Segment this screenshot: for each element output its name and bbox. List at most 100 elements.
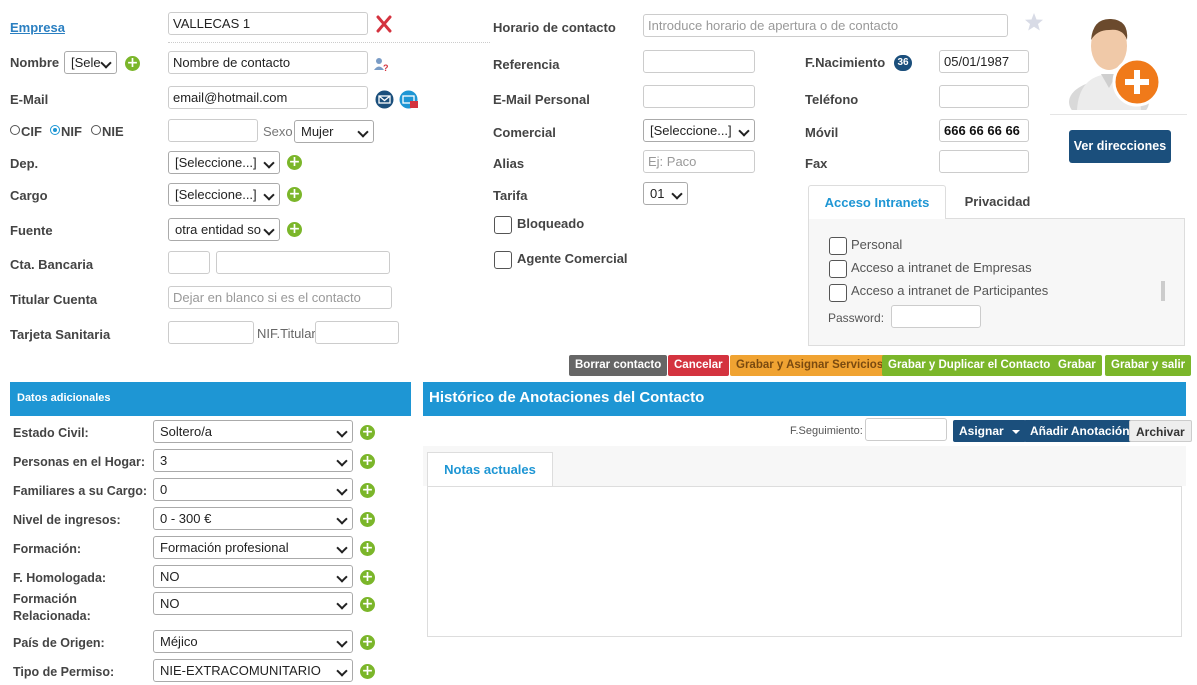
cargo-select[interactable]: [Seleccione...] (168, 183, 280, 206)
nie-label: NIE (102, 124, 124, 139)
send-email-icon[interactable] (375, 90, 394, 109)
cancelar-button[interactable]: Cancelar (668, 355, 729, 376)
titular-input[interactable]: Dejar en blanco si es el contacto (168, 286, 392, 309)
cif-radio[interactable] (10, 125, 20, 135)
movil-input[interactable]: 666 66 66 66 (939, 119, 1029, 142)
archivar-button[interactable]: Archivar (1129, 420, 1192, 442)
dep-select[interactable]: [Seleccione...] (168, 151, 280, 174)
fseguimiento-input[interactable] (865, 418, 947, 441)
email-alert-icon[interactable] (399, 90, 419, 109)
tab-privacidad[interactable]: Privacidad (950, 185, 1045, 219)
empresa-input[interactable]: VALLECAS 1 (168, 12, 368, 35)
comercial-label: Comercial (493, 125, 556, 140)
asignar-button[interactable]: Asignar (953, 420, 1027, 442)
grabar-asignar-button[interactable]: Grabar y Asignar Servicios (730, 355, 890, 376)
datos-row-label: Formación Relacionada: (13, 592, 91, 623)
datos-row-label: Tipo de Permiso: (13, 665, 115, 679)
dep-label: Dep. (10, 156, 39, 171)
movil-label: Móvil (805, 125, 839, 140)
bloqueado-checkbox[interactable] (494, 216, 512, 234)
add-option-icon[interactable]: + (360, 597, 375, 612)
divider (168, 42, 490, 43)
remove-empresa-icon[interactable] (374, 14, 394, 34)
add-option-icon[interactable]: + (360, 512, 375, 527)
add-option-icon[interactable]: + (360, 425, 375, 440)
datos-row-select[interactable]: 0 - 300 € (153, 507, 353, 530)
intranet-empresas-checkbox[interactable] (829, 260, 847, 278)
add-photo-avatar[interactable] (1067, 10, 1167, 124)
datos-row-select[interactable]: Soltero/a (153, 420, 353, 443)
tab-notas-actuales[interactable]: Notas actuales (427, 452, 553, 487)
alias-input[interactable]: Ej: Paco (643, 150, 755, 173)
horario-placeholder: Introduce horario de apertura o de conta… (648, 18, 899, 33)
svg-text:?: ? (383, 63, 389, 72)
datos-row-select[interactable]: Formación profesional (153, 536, 353, 559)
add-option-icon[interactable]: + (360, 635, 375, 650)
datos-row-select[interactable]: NIE-EXTRACOMUNITARIO (153, 659, 353, 682)
nif-label: NIF (61, 124, 82, 139)
fnac-input[interactable]: 05/01/1987 (939, 50, 1029, 73)
cta-bancaria-prefix-input[interactable] (168, 251, 210, 274)
document-number-input[interactable] (168, 119, 258, 142)
fax-label: Fax (805, 156, 828, 171)
nif-radio[interactable] (50, 125, 60, 135)
nif-titular-label: NIF.Titular (257, 326, 316, 341)
add-option-icon[interactable]: + (360, 570, 375, 585)
add-option-icon[interactable]: + (360, 664, 375, 679)
add-option-icon[interactable]: + (360, 541, 375, 556)
nombre-input[interactable]: Nombre de contacto (168, 51, 368, 74)
horario-input[interactable]: Introduce horario de apertura o de conta… (643, 14, 1008, 37)
datos-row-select[interactable]: NO (153, 565, 353, 588)
datos-row-label: F. Homologada: (13, 571, 107, 585)
intranet-scrollbar[interactable] (1161, 281, 1165, 301)
cta-bancaria-input[interactable] (216, 251, 390, 274)
tab-acceso-intranets[interactable]: Acceso Intranets (808, 185, 946, 219)
datos-row-select[interactable]: NO (153, 592, 353, 615)
email-label: E-Mail (10, 92, 49, 107)
email-input[interactable]: email@hotmail.com (168, 86, 368, 109)
agente-checkbox[interactable] (494, 251, 512, 269)
anadir-anotacion-button[interactable]: Añadir Anotación (1024, 420, 1136, 442)
intranet-personal-checkbox[interactable] (829, 237, 847, 255)
add-option-icon[interactable]: + (360, 483, 375, 498)
add-cargo-icon[interactable]: + (287, 187, 302, 202)
nif-titular-input[interactable] (315, 321, 399, 344)
title-select[interactable]: [Sele (64, 51, 117, 74)
borrar-contacto-button[interactable]: Borrar contacto (569, 355, 668, 376)
add-title-icon[interactable]: + (125, 56, 140, 71)
telefono-input[interactable] (939, 85, 1029, 108)
intranet-participantes-checkbox[interactable] (829, 284, 847, 302)
nombre-label: Nombre (10, 55, 60, 70)
ver-direcciones-button[interactable]: Ver direcciones (1069, 130, 1171, 163)
password-input[interactable] (891, 305, 981, 328)
favorite-star-icon[interactable] (1024, 12, 1044, 32)
datos-row-select[interactable]: 3 (153, 449, 353, 472)
notas-content[interactable] (427, 486, 1182, 637)
email-personal-input[interactable] (643, 85, 755, 108)
fax-input[interactable] (939, 150, 1029, 173)
fnac-label: F.Nacimiento (805, 55, 886, 70)
datos-row-label: Estado Civil: (13, 426, 89, 440)
grabar-duplicar-button[interactable]: Grabar y Duplicar el Contacto (882, 355, 1057, 376)
referencia-label: Referencia (493, 57, 560, 72)
contact-lookup-icon[interactable]: ? (373, 56, 389, 73)
telefono-label: Teléfono (805, 92, 859, 107)
referencia-input[interactable] (643, 50, 755, 73)
datos-row-select[interactable]: Méjico (153, 630, 353, 653)
add-option-icon[interactable]: + (360, 454, 375, 469)
fuente-select[interactable]: otra entidad so (168, 218, 280, 241)
grabar-salir-button[interactable]: Grabar y salir (1105, 355, 1192, 376)
datos-row-label: País de Origen: (13, 636, 105, 650)
tarifa-select[interactable]: 01 (643, 182, 688, 205)
cif-label: CIF (21, 124, 42, 139)
datos-row-select[interactable]: 0 (153, 478, 353, 501)
grabar-button[interactable]: Grabar (1052, 355, 1102, 376)
nie-radio[interactable] (91, 125, 101, 135)
add-fuente-icon[interactable]: + (287, 222, 302, 237)
comercial-select[interactable]: [Seleccione...] (643, 119, 755, 142)
agente-label: Agente Comercial (517, 251, 628, 266)
empresa-link[interactable]: Empresa (10, 20, 65, 35)
add-dep-icon[interactable]: + (287, 155, 302, 170)
sexo-select[interactable]: Mujer (294, 120, 374, 143)
tarjeta-input[interactable] (168, 321, 254, 344)
